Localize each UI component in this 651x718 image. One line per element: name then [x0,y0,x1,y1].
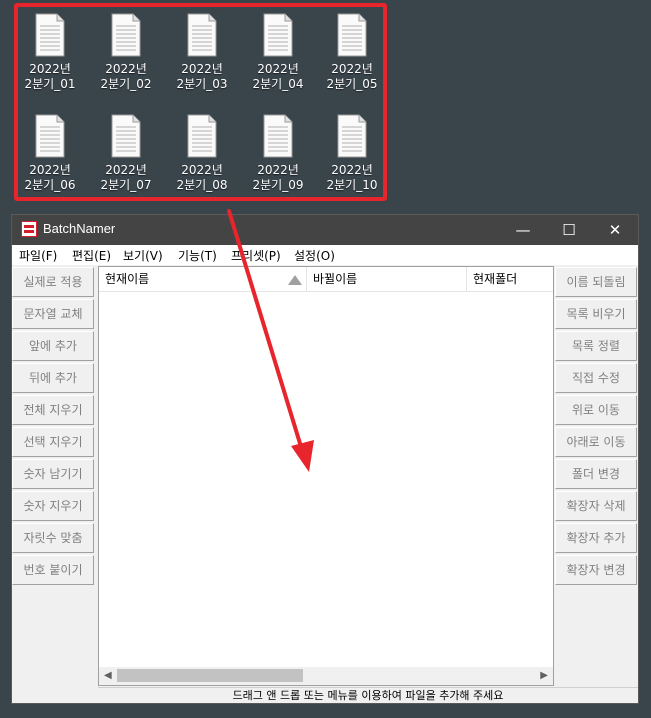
add-numbering-button[interactable]: 번호 붙이기 [12,555,94,585]
revert-name-button[interactable]: 이름 되돌림 [555,267,637,297]
title-bar[interactable]: BatchNamer — ☐ ✕ [12,215,638,245]
app-logo-icon [21,221,37,237]
remove-numbers-button[interactable]: 숫자 지우기 [12,491,94,521]
apply-button[interactable]: 실제로 적용 [12,267,94,297]
change-folder-button[interactable]: 폴더 변경 [555,459,637,489]
close-button[interactable]: ✕ [592,215,638,245]
horizontal-scrollbar[interactable]: ◀ ▶ [99,667,553,685]
clear-selection-button[interactable]: 선택 지우기 [12,427,94,457]
move-up-button[interactable]: 위로 이동 [555,395,637,425]
column-current-folder[interactable]: 현재폴더 [467,267,553,291]
replace-string-button[interactable]: 문자열 교체 [12,299,94,329]
pad-digits-button[interactable]: 자릿수 맞춤 [12,523,94,553]
menu-file[interactable]: 파일(F) [19,247,57,264]
scrollbar-thumb[interactable] [117,669,303,682]
menu-edit[interactable]: 편집(E) [72,247,111,264]
batchnamer-window: BatchNamer — ☐ ✕ 파일(F) 편집(E) 보기(V) 기능(T)… [11,214,639,704]
clear-all-button[interactable]: 전체 지우기 [12,395,94,425]
column-new-name[interactable]: 바뀔이름 [307,267,467,291]
status-bar: 드래그 앤 드롭 또는 메뉴를 이용하여 파일을 추가해 주세요 [98,687,638,704]
list-header: 현재이름 바뀔이름 현재폴더 [99,267,553,292]
window-title: BatchNamer [43,221,116,236]
column-label: 현재폴더 [473,272,518,286]
column-label: 바뀔이름 [313,272,358,286]
scroll-left-icon[interactable]: ◀ [104,670,112,681]
move-down-button[interactable]: 아래로 이동 [555,427,637,457]
clear-list-button[interactable]: 목록 비우기 [555,299,637,329]
file-list[interactable]: 현재이름 바뀔이름 현재폴더 ◀ ▶ [98,266,554,686]
menu-preset[interactable]: 프리셋(P) [231,247,281,264]
scroll-right-icon[interactable]: ▶ [540,670,548,681]
sort-list-button[interactable]: 목록 정렬 [555,331,637,361]
menu-function[interactable]: 기능(T) [178,247,217,264]
maximize-button[interactable]: ☐ [546,215,592,245]
menu-settings[interactable]: 설정(O) [294,247,335,264]
prepend-button[interactable]: 앞에 추가 [12,331,94,361]
manual-edit-button[interactable]: 직접 수정 [555,363,637,393]
change-extension-button[interactable]: 확장자 변경 [555,555,637,585]
column-current-name[interactable]: 현재이름 [99,267,307,291]
menu-view[interactable]: 보기(V) [123,247,163,264]
minimize-button[interactable]: — [500,215,546,245]
menu-bar: 파일(F) 편집(E) 보기(V) 기능(T) 프리셋(P) 설정(O) [12,245,638,265]
column-label: 현재이름 [105,272,150,286]
selection-highlight-box [14,3,387,201]
sort-ascending-icon [288,275,302,285]
delete-extension-button[interactable]: 확장자 삭제 [555,491,637,521]
keep-numbers-button[interactable]: 숫자 남기기 [12,459,94,489]
add-extension-button[interactable]: 확장자 추가 [555,523,637,553]
append-button[interactable]: 뒤에 추가 [12,363,94,393]
